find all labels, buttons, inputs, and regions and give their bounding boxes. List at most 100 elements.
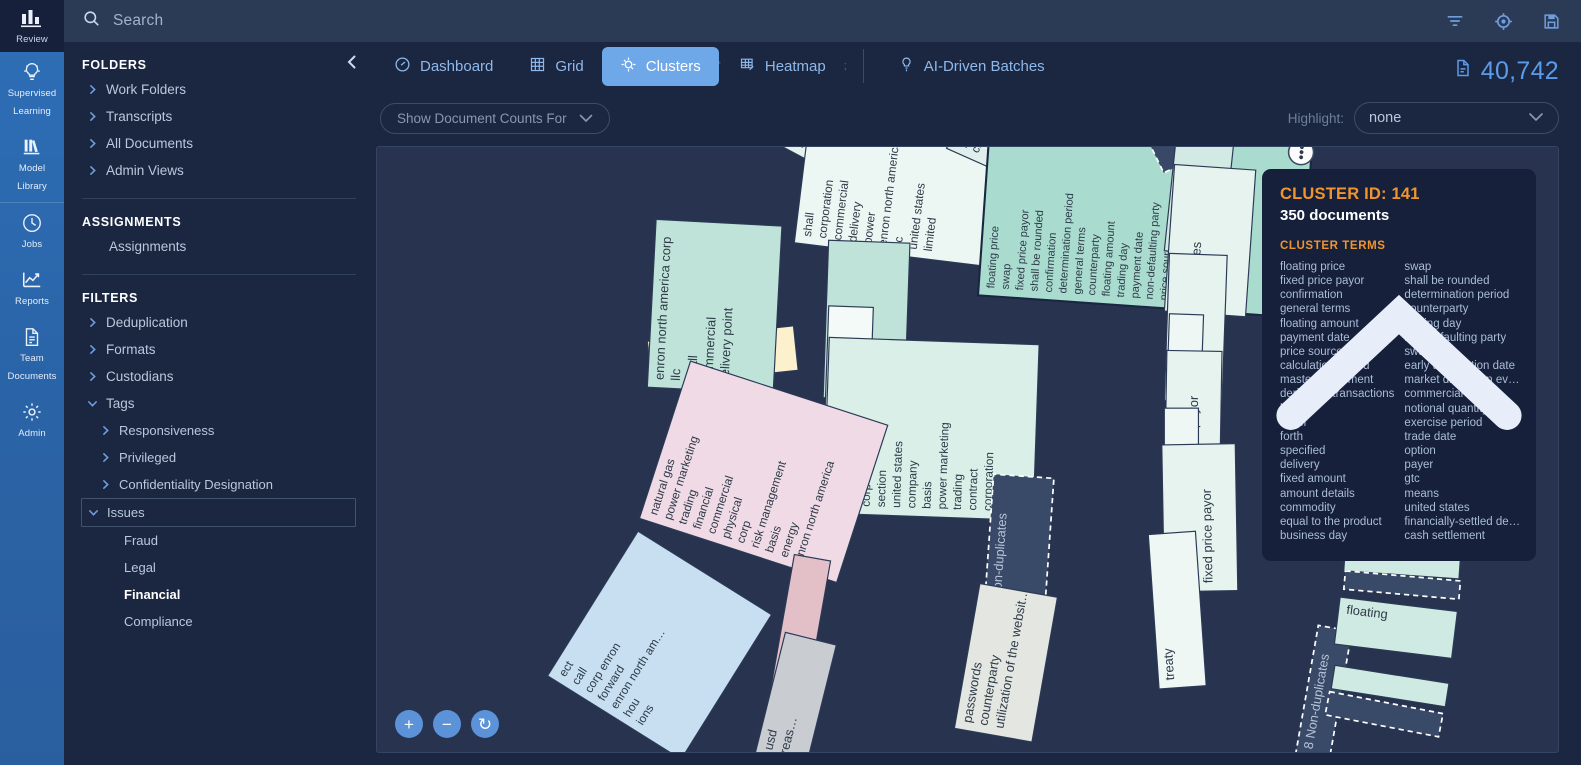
zoom-out-button[interactable]: −	[433, 710, 461, 738]
chevron-down-icon[interactable]	[87, 507, 99, 518]
sidebar-collapse-button[interactable]	[342, 52, 362, 72]
tab-ai-driven-batches[interactable]: AI-Driven Batches	[880, 47, 1063, 86]
tab-dashboard[interactable]: Dashboard	[376, 47, 511, 86]
sidebar-item-label: Work Folders	[106, 82, 187, 97]
chevron-right-icon[interactable]	[86, 111, 98, 122]
sidebar-item-all-documents[interactable]: All Documents	[64, 130, 374, 157]
document-icon	[1453, 57, 1473, 86]
chevron-right-icon[interactable]	[99, 452, 111, 463]
sidebar-item-label: Privileged	[119, 450, 177, 465]
sidebar-item-financial[interactable]: Financial	[64, 581, 374, 608]
body: FOLDERS Work Folders Transcripts All Docume…	[64, 42, 1581, 765]
sidebar-item-legal[interactable]: Legal	[64, 554, 374, 581]
tile-rect[interactable]	[1147, 530, 1207, 690]
cluster-tile[interactable]: usdreas…	[754, 631, 838, 752]
tab-label: Grid	[555, 57, 584, 75]
document-icon	[2, 326, 62, 348]
tile-term: company	[904, 460, 920, 508]
nav-item-model-library[interactable]: Model Library	[0, 127, 64, 202]
cluster-tile[interactable]: enron north america corpllcshallcommerci…	[646, 218, 783, 395]
chevron-right-icon[interactable]	[86, 371, 98, 382]
chevron-right-icon[interactable]	[86, 138, 98, 149]
nav-item-jobs[interactable]: Jobs	[0, 202, 64, 260]
filter-icon[interactable]	[1445, 11, 1465, 31]
library-icon	[2, 136, 62, 158]
cluster-tile[interactable]: floating	[1333, 596, 1459, 660]
nav-item-supervised-learning[interactable]: Supervised Learning	[0, 52, 64, 127]
tab-label: Dashboard	[420, 57, 494, 75]
chevron-down-icon[interactable]	[86, 398, 98, 409]
cluster-panel-header: CLUSTER ID: 141 350 documents	[1276, 185, 1522, 430]
sidebar-item-responsiveness[interactable]: Responsiveness	[64, 417, 374, 444]
sidebar-item-deduplication[interactable]: Deduplication	[64, 309, 374, 336]
chevron-right-icon[interactable]	[86, 344, 98, 355]
cluster-panel-collapse-button[interactable]	[1276, 185, 1522, 430]
tab-grid[interactable]: Grid	[511, 47, 601, 86]
highlight-label: Highlight:	[1287, 110, 1344, 126]
chevron-right-icon[interactable]	[99, 425, 111, 436]
tile-term: fixed price payor	[1199, 488, 1216, 583]
sidebar-item-admin-views[interactable]: Admin Views	[64, 157, 374, 184]
sidebar-item-transcripts[interactable]: Transcripts	[64, 103, 374, 130]
sidebar-item-label: Responsiveness	[119, 423, 215, 438]
show-document-counts-dropdown[interactable]: Show Document Counts For	[380, 102, 610, 134]
tab-label: Heatmap	[764, 57, 826, 75]
sidebar-item-label: All Documents	[106, 136, 194, 151]
sidebar-item-work-folders[interactable]: Work Folders	[64, 76, 374, 103]
chevron-right-icon[interactable]	[86, 165, 98, 176]
bulb-pin-icon	[898, 56, 915, 77]
sidebar-item-assignments[interactable]: Assignments	[64, 233, 374, 260]
sidebar-divider	[82, 198, 356, 199]
tile-term: trading	[950, 474, 965, 511]
tile-term: basis	[919, 481, 934, 509]
sidebar-item-issues[interactable]: Issues	[81, 498, 356, 527]
chevron-right-icon[interactable]	[99, 479, 111, 490]
chevron-right-icon[interactable]	[86, 317, 98, 328]
topbar-actions	[1445, 11, 1567, 32]
primary-nav-rail: Review Supervised Learning Model Library…	[0, 0, 64, 765]
target-icon[interactable]	[1493, 11, 1514, 32]
save-icon[interactable]	[1542, 12, 1561, 31]
chevron-right-icon[interactable]	[86, 84, 98, 95]
nav-label: Team Documents	[7, 353, 57, 382]
tab-heatmap[interactable]: Heatmap	[721, 47, 844, 86]
zoom-in-button[interactable]: +	[395, 710, 423, 738]
nav-item-reports[interactable]: Reports	[0, 260, 64, 317]
nav-item-team-documents[interactable]: Team Documents	[0, 317, 64, 392]
sidebar-item-compliance[interactable]: Compliance	[64, 608, 374, 635]
cluster-treemap[interactable]: attachcusllcenron north am…enapurchaserd…	[376, 146, 1559, 753]
sidebar-item-custodians[interactable]: Custodians	[64, 363, 374, 390]
tab-divider	[862, 49, 864, 83]
reset-view-button[interactable]: ↻	[471, 710, 499, 738]
sidebar-item-label: Issues	[107, 505, 145, 520]
sidebar-item-confidentiality-designation[interactable]: Confidentiality Designation	[64, 471, 374, 498]
tile-term: united states	[889, 441, 905, 508]
sidebar-item-privileged[interactable]: Privileged	[64, 444, 374, 471]
nav-item-admin[interactable]: Admin	[0, 392, 64, 449]
sidebar-item-fraud[interactable]: Fraud	[64, 527, 374, 554]
cluster-visualization-wrapper: attachcusllcenron north am…enapurchaserd…	[374, 146, 1581, 765]
tab-label: Clusters	[645, 57, 701, 75]
sidebar-item-label: Transcripts	[106, 109, 173, 124]
nav-label: Admin	[18, 428, 46, 439]
view-tabs: Dashboard Grid Clusters ' Heatmap ; AI-D…	[374, 42, 1581, 90]
cluster-tile[interactable]: passwordscounterpartyutilization of the …	[953, 581, 1059, 743]
global-topbar	[64, 0, 1581, 42]
nav-item-review[interactable]: Review	[0, 0, 64, 52]
tab-clusters[interactable]: Clusters	[601, 46, 719, 86]
cluster-tile[interactable]: treaty	[1147, 530, 1207, 690]
cluster-detail-panel: CLUSTER ID: 141 350 documents CLUSTER TE…	[1262, 169, 1536, 562]
ellipsis-icon: •••	[1294, 147, 1311, 160]
highlight-select[interactable]: none	[1354, 102, 1559, 134]
sidebar-item-formats[interactable]: Formats	[64, 336, 374, 363]
nav-label: Jobs	[21, 239, 43, 250]
sidebar-item-tags[interactable]: Tags	[64, 390, 374, 417]
search-input[interactable]	[113, 12, 433, 30]
cluster-tile[interactable]: ectcallcorp enronforwardenron north am…h…	[546, 530, 773, 752]
sidebar-section-title: ASSIGNMENTS	[82, 215, 182, 229]
tile-term: section	[874, 470, 889, 508]
search-bar[interactable]	[82, 9, 1435, 33]
heatmap-icon	[739, 56, 756, 77]
nav-label: Model Library	[17, 163, 47, 192]
show-counts-label: Show Document Counts For	[397, 110, 567, 126]
